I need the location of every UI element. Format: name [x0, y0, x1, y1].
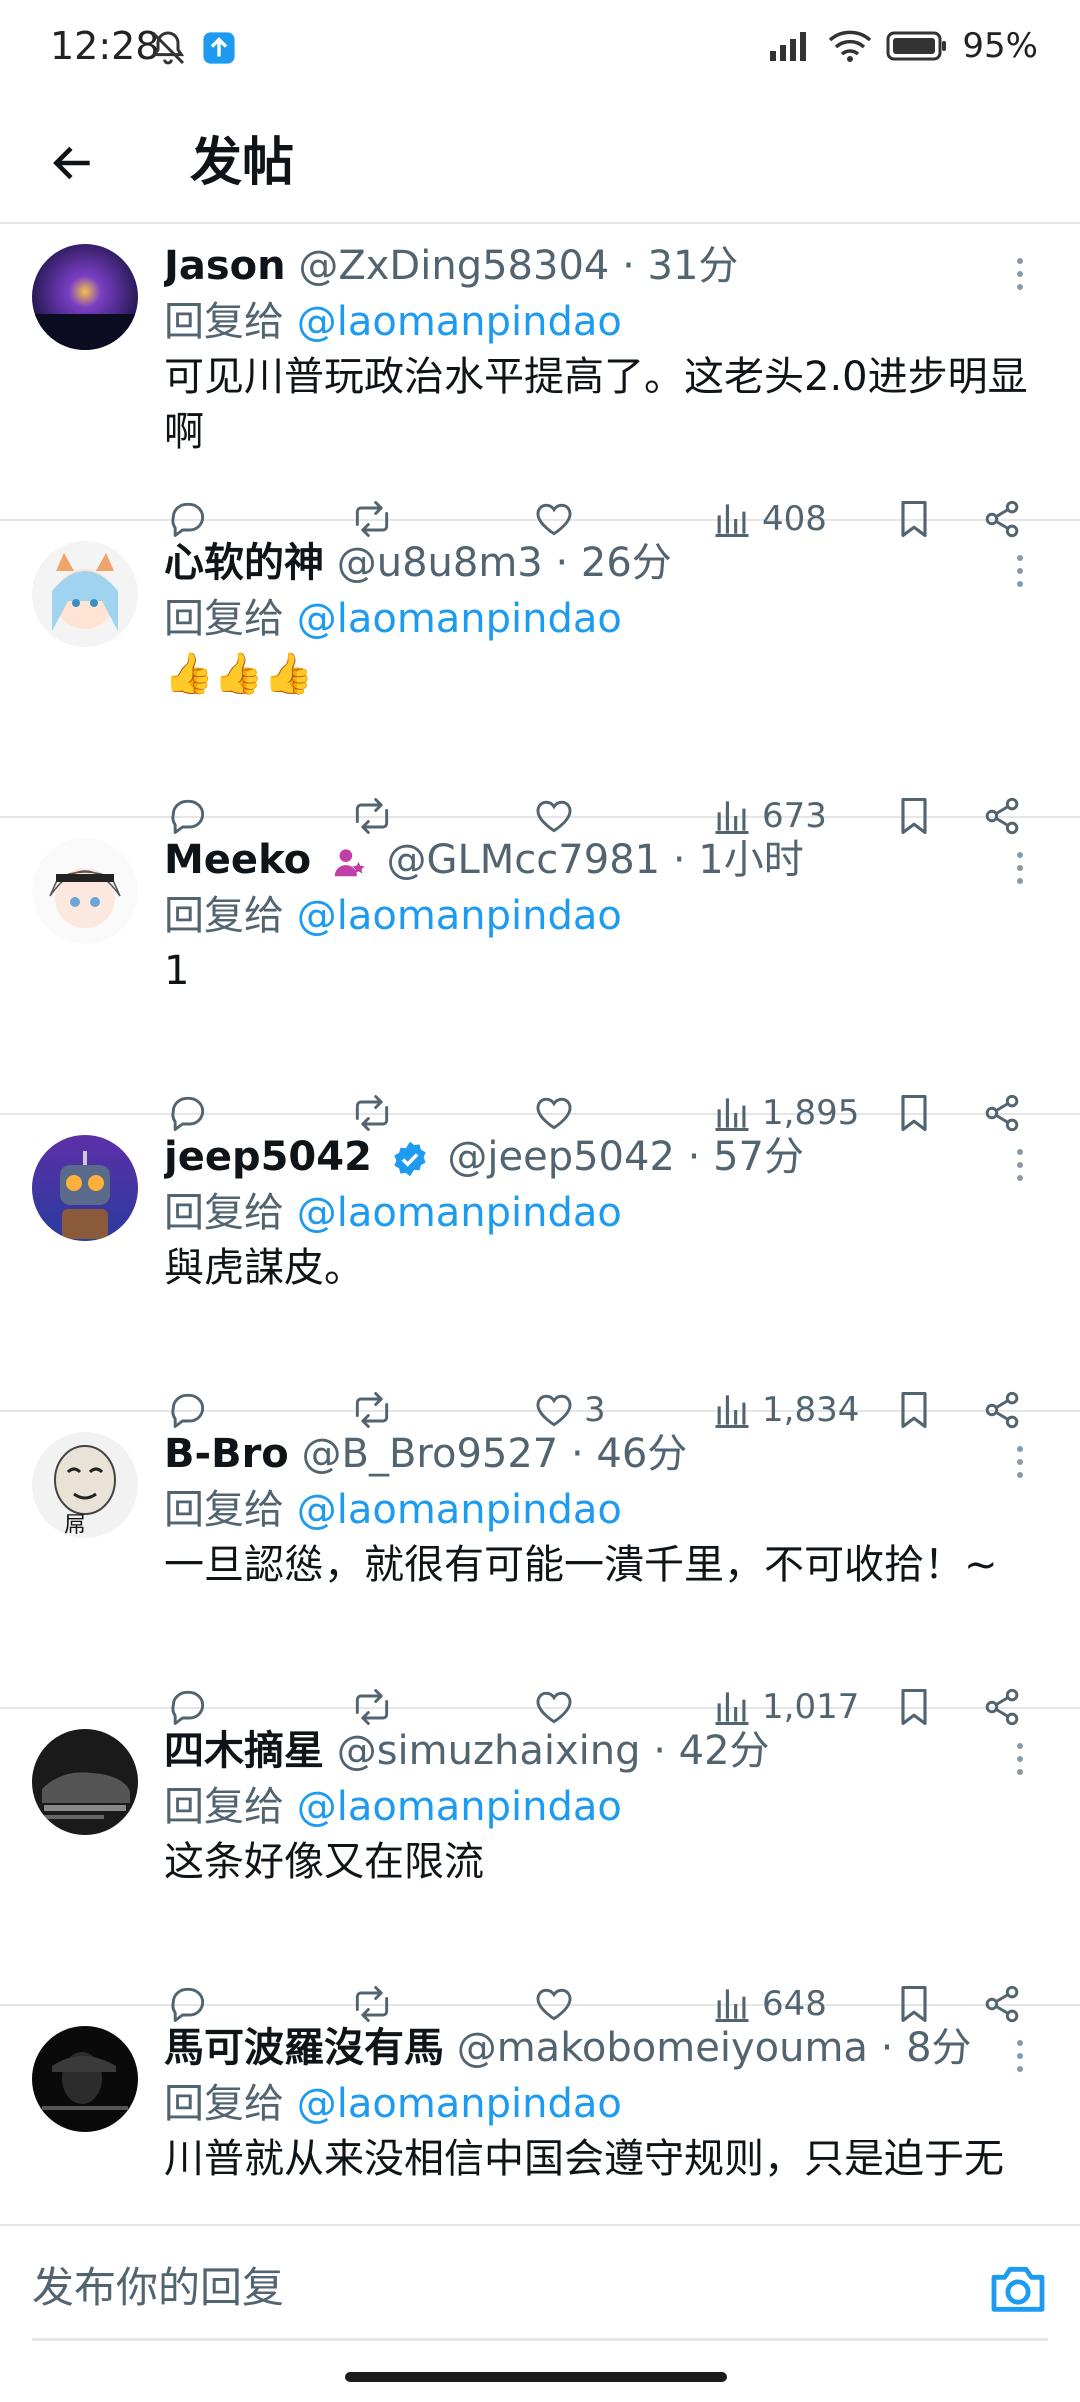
author-name[interactable]: jeep5042: [164, 1134, 372, 1180]
separator-dot: ·: [555, 540, 569, 586]
avatar[interactable]: 屌: [32, 1432, 138, 1538]
post-text: 川普就从来没相信中国会遵守规则，只是迫于无: [164, 2136, 1004, 2182]
separator-dot: ·: [880, 2025, 894, 2071]
author-name[interactable]: 馬可波羅沒有馬: [164, 2025, 444, 2071]
author-handle[interactable]: @jeep5042: [447, 1134, 675, 1180]
reply-prefix: 回复给: [164, 2081, 284, 2127]
reply-to-user[interactable]: @laomanpindao: [297, 1487, 622, 1533]
list-item[interactable]: 四木摘星 @simuzhaixing · 42分 回复给 @laomanpind…: [0, 1709, 1080, 2024]
upload-app-icon: [203, 32, 235, 64]
wifi-icon: [829, 30, 872, 62]
separator-dot: ·: [653, 1728, 666, 1774]
author-handle[interactable]: @u8u8m3: [337, 540, 543, 586]
avatar[interactable]: [32, 838, 138, 944]
reply-to-user[interactable]: @laomanpindao: [297, 299, 622, 345]
reply-prefix: 回复给: [164, 1487, 284, 1533]
post-time: 31分: [647, 243, 739, 289]
reply-to-user[interactable]: @laomanpindao: [297, 1784, 622, 1830]
separator-dot: ·: [687, 1134, 701, 1180]
reply-to-line: 回复给 @laomanpindao: [164, 1779, 622, 1835]
post-time: 8分: [906, 2025, 970, 2071]
post-text: 这条好像又在限流: [164, 1839, 484, 1885]
list-item[interactable]: Meeko @GLMcc7981 · 1小时 回复给 @laomanpindao…: [0, 818, 1080, 1133]
post-time: 57分: [713, 1134, 804, 1180]
reply-feed: Jason @ZxDing58304 · 31分 回复给 @laomanpind…: [0, 224, 1080, 2222]
reply-prefix: 回复给: [164, 1784, 284, 1830]
battery-percentage: 95%: [962, 26, 1038, 66]
more-options-button[interactable]: [998, 1135, 1042, 1195]
author-name[interactable]: Meeko: [164, 837, 311, 883]
post-text: 👍👍👍: [164, 651, 314, 697]
reply-to-user[interactable]: @laomanpindao: [297, 596, 622, 642]
list-item[interactable]: Jason @ZxDing58304 · 31分 回复给 @laomanpind…: [0, 224, 1080, 539]
more-options-button[interactable]: [998, 1729, 1042, 1789]
reply-to-line: 回复给 @laomanpindao: [164, 294, 622, 350]
reply-prefix: 回复给: [164, 299, 284, 345]
author-handle[interactable]: @ZxDing58304: [298, 243, 609, 289]
list-item[interactable]: jeep5042 @jeep5042 · 57分 回复给 @laomanpind…: [0, 1115, 1080, 1430]
list-item[interactable]: 馬可波羅沒有馬 @makobomeiyouma · 8分 回复给 @laoman…: [0, 2006, 1080, 2222]
list-item[interactable]: 屌 B-Bro @B_Bro9527 · 46分 回复给 @laomanpind…: [0, 1412, 1080, 1727]
author-name[interactable]: B-Bro: [164, 1431, 289, 1477]
reply-to-user[interactable]: @laomanpindao: [297, 1190, 622, 1236]
camera-icon: [991, 2266, 1045, 2312]
reply-to-line: 回复给 @laomanpindao: [164, 1482, 622, 1538]
status-time: 12:28: [50, 24, 160, 68]
silent-bell-icon: [151, 31, 185, 65]
avatar[interactable]: [32, 2026, 138, 2132]
post-time: 1小时: [698, 837, 804, 883]
post-text: 與虎謀皮。: [164, 1245, 364, 1291]
more-options-button[interactable]: [998, 244, 1042, 304]
post-text: 1: [164, 948, 190, 994]
more-options-button[interactable]: [998, 541, 1042, 601]
post-time: 26分: [580, 540, 672, 586]
author-handle[interactable]: @makobomeiyouma: [457, 2025, 868, 2071]
reply-to-line: 回复给 @laomanpindao: [164, 888, 622, 944]
reply-to-line: 回复给 @laomanpindao: [164, 591, 622, 647]
author-name[interactable]: 心软的神: [164, 540, 324, 586]
post-time: 46分: [596, 1431, 688, 1477]
reply-to-line: 回复给 @laomanpindao: [164, 1185, 622, 1241]
list-item[interactable]: 心软的神 @u8u8m3 · 26分 回复给 @laomanpindao 👍👍👍…: [0, 521, 1080, 836]
avatar[interactable]: [32, 1729, 138, 1835]
camera-button[interactable]: [986, 2256, 1050, 2320]
avatar[interactable]: [32, 244, 138, 350]
reply-prefix: 回复给: [164, 1190, 284, 1236]
signal-icon: [770, 32, 807, 61]
battery-icon: [886, 31, 947, 61]
separator-dot: ·: [570, 1431, 584, 1477]
reply-to-user[interactable]: @laomanpindao: [297, 893, 622, 939]
reply-input[interactable]: 发布你的回复: [32, 2238, 1048, 2341]
author-handle[interactable]: @GLMcc7981: [387, 837, 661, 883]
svg-text:屌: 屌: [64, 1513, 86, 1538]
avatar[interactable]: [32, 541, 138, 647]
author-name[interactable]: 四木摘星: [164, 1728, 324, 1774]
back-button[interactable]: [38, 128, 108, 198]
page-title: 发帖: [190, 133, 295, 193]
more-options-button[interactable]: [998, 838, 1042, 898]
reply-prefix: 回复给: [164, 596, 284, 642]
separator-dot: ·: [672, 837, 686, 883]
post-time: 42分: [678, 1728, 770, 1774]
avatar[interactable]: [32, 1135, 138, 1241]
post-text: 可见川普玩政治水平提高了。这老头2.0进步明显啊: [164, 354, 1028, 455]
status-bar: 12:28 95%: [0, 0, 1080, 100]
home-indicator[interactable]: [345, 2372, 727, 2382]
arrow-left-icon: [53, 146, 90, 180]
post-text: 一旦認慫，就很有可能一潰千里，不可收拾！~: [164, 1542, 998, 1588]
more-options-button[interactable]: [998, 1432, 1042, 1492]
more-options-button[interactable]: [998, 2026, 1042, 2086]
reply-to-line: 回复给 @laomanpindao: [164, 2076, 622, 2132]
reply-prefix: 回复给: [164, 893, 284, 939]
author-name[interactable]: Jason: [164, 243, 286, 289]
author-handle[interactable]: @simuzhaixing: [337, 1728, 641, 1774]
gamer-badge-icon: [334, 849, 365, 877]
author-handle[interactable]: @B_Bro9527: [302, 1431, 559, 1477]
verified-badge-icon: [393, 1141, 426, 1177]
separator-dot: ·: [622, 243, 635, 289]
header: 发帖: [0, 100, 1080, 224]
reply-to-user[interactable]: @laomanpindao: [297, 2081, 622, 2127]
